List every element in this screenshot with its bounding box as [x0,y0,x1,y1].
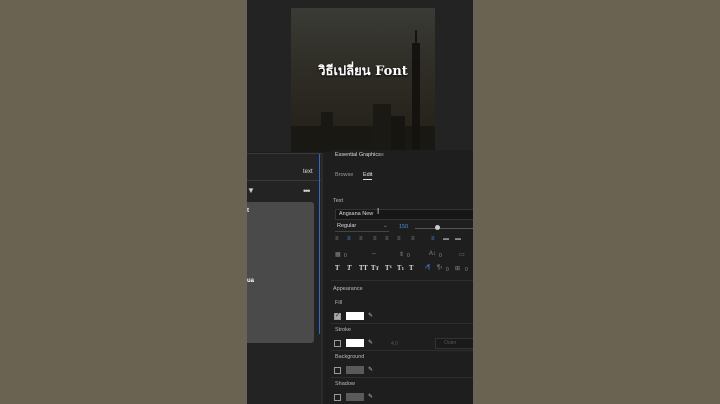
fill-color-swatch[interactable] [346,312,364,320]
shadow-label: Shadow [335,381,355,387]
stroke-type-dropdown[interactable]: Outer [435,338,473,349]
filter-icon[interactable]: ▼ [247,186,255,195]
text-cursor-icon: I [377,207,380,216]
font-size-slider-knob[interactable] [435,225,440,230]
tracking-value[interactable]: 0 [344,253,347,259]
tracking-icon[interactable]: ▦ [335,251,341,258]
font-family-value: Angsana New [339,211,374,217]
text-section-label: Text [333,198,344,204]
small-caps-icon[interactable]: Tт [371,265,379,272]
skyline-building [373,104,391,152]
leading-icon[interactable]: ⇕ [399,251,404,258]
stroke-color-swatch[interactable] [346,339,364,347]
panel-splitter[interactable] [321,153,323,404]
panel-divider [247,180,321,181]
stroke-type-value: Outer [444,340,457,346]
shadow-color-swatch[interactable] [346,393,364,401]
underline-icon[interactable]: T [409,265,413,272]
font-size-slider[interactable] [415,228,473,229]
ltr-direction-icon[interactable]: ›¶ [425,265,430,271]
left-panel: text ▼ ••• t ua [247,153,321,404]
all-caps-icon[interactable]: TT [359,265,368,272]
premiere-window: วิธีเปลี่ยน Font text ▼ ••• t ua Essenti… [247,0,473,404]
tsume-value[interactable]: 0 [465,267,468,273]
section-divider [331,280,473,281]
title-overlay[interactable]: วิธีเปลี่ยน Font [291,60,435,81]
essential-graphics-panel: Essential Graphics ≡ Browse Edit Text An… [331,150,473,404]
list-item[interactable]: ua [247,278,254,284]
tab-width-icon[interactable]: ⊞ [455,265,460,272]
subscript-icon[interactable]: T₁ [397,265,404,272]
letterbox-left [0,0,247,404]
shadow-checkbox[interactable] [334,394,341,401]
list-item[interactable]: t [247,208,249,214]
tab-browse[interactable]: Browse [335,172,353,178]
bold-icon[interactable]: T [335,265,339,272]
more-options-icon[interactable]: ••• [303,186,311,196]
stroke-label: Stroke [335,327,351,333]
rtl-value[interactable]: 0 [446,267,449,273]
rtl-direction-icon[interactable]: ¶‹ [437,265,442,271]
italic-icon[interactable]: T [347,265,351,272]
align-center-icon[interactable]: ≡ [347,236,351,242]
background-color-swatch[interactable] [346,366,364,374]
font-style-dropdown[interactable]: Regular ⌄ [335,223,389,232]
row-divider [331,323,473,324]
fill-label: Fill [335,300,343,306]
eyedropper-icon[interactable]: ✎ [368,393,373,400]
superscript-icon[interactable]: T¹ [385,265,392,272]
justify-left-icon[interactable]: ≡ [373,236,377,242]
kerning-icon[interactable]: ⇔ [371,251,377,257]
background-label: Background [335,354,365,360]
text-list-card: t ua [247,202,314,343]
background-checkbox[interactable] [334,367,341,374]
justify-center-icon[interactable]: ≡ [385,236,389,242]
row-divider [331,350,473,351]
baseline-shift-icon[interactable]: A↕ [429,251,436,257]
font-family-dropdown[interactable]: Angsana New [335,209,473,220]
text-tab-label[interactable]: text [303,169,313,175]
skyline-building [391,116,405,152]
eyedropper-icon[interactable]: ✎ [368,339,373,346]
panel-title: Essential Graphics [335,152,381,158]
tsume-icon[interactable]: ▭ [459,251,465,258]
row-divider [331,377,473,378]
appearance-section-label: Appearance [333,286,363,292]
panel-menu-icon[interactable]: ≡ [381,152,384,158]
baseline-value[interactable]: 0 [439,253,442,259]
justify-right-icon[interactable]: ≡ [397,236,401,242]
stroke-width-value[interactable]: 4.0 [391,341,398,347]
letterbox-right [473,0,720,404]
font-style-value: Regular [337,223,357,229]
active-panel-edge [319,154,320,334]
chevron-down-icon: ⌄ [383,223,388,229]
skyline-building [321,112,333,134]
tab-edit[interactable]: Edit [363,172,373,180]
program-monitor[interactable]: วิธีเปลี่ยน Font [291,8,435,152]
eyedropper-icon[interactable]: ✎ [368,312,373,319]
align-right-icon[interactable]: ≡ [359,236,363,242]
justify-all-icon[interactable]: ≡ [411,236,415,242]
align-bottom-icon[interactable]: ▬ [455,236,461,242]
stroke-checkbox[interactable] [334,340,341,347]
align-left-icon[interactable]: ≡ [335,236,339,242]
align-middle-icon[interactable]: ▬ [443,236,449,242]
leading-value[interactable]: 0 [407,253,410,259]
eyedropper-icon[interactable]: ✎ [368,366,373,373]
fill-checkbox[interactable] [334,312,341,320]
align-top-icon[interactable]: ≡ [431,236,435,242]
font-size-value[interactable]: 150 [399,224,408,230]
